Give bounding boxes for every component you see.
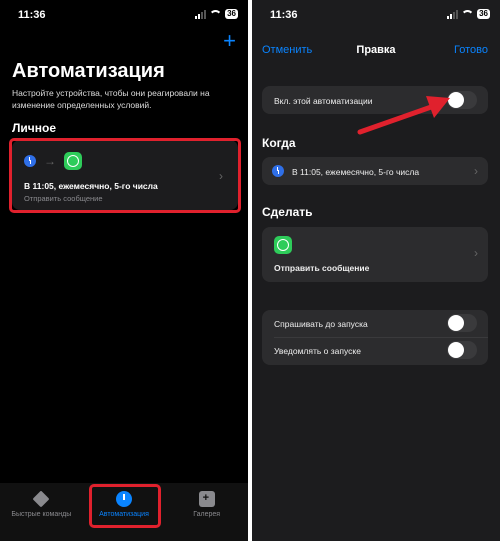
layers-icon [32,490,50,508]
wifi-icon [209,10,222,19]
page-title: Автоматизация [12,60,165,82]
highlight-box-card [9,138,241,213]
section-personal-header: Личное [12,121,57,135]
status-bar: 11:36 36 [0,8,248,24]
gallery-icon [198,491,215,507]
highlight-box-tab [89,484,161,528]
battery-icon: 36 [225,9,238,19]
status-time: 11:36 [18,9,46,21]
signal-icon [195,9,207,19]
tab-shortcuts[interactable]: Быстрые команды [0,483,83,541]
add-automation-button[interactable]: + [223,30,236,52]
tab-gallery[interactable]: Галерея [165,483,248,541]
edit-automation-screen: 11:36 36 Отменить Правка Готово Вкл. это… [252,0,500,541]
page-subtitle: Настройте устройства, чтобы они реагиров… [12,88,210,110]
annotation-arrow [357,96,450,135]
arrow-shaft [357,103,437,135]
automation-screen: 11:36 36 + Автоматизация Настройте устро… [0,0,248,541]
